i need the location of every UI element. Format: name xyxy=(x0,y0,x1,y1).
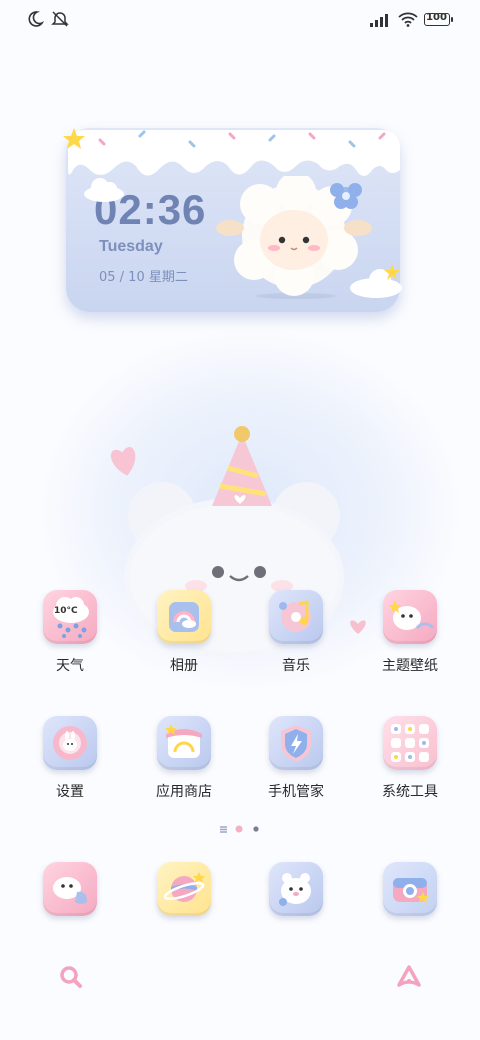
music-icon xyxy=(269,590,323,644)
wifi-icon xyxy=(398,12,418,27)
signal-icon xyxy=(370,14,388,27)
app-weather[interactable]: 10°C 天气 xyxy=(14,590,126,675)
app-label: 系统工具 xyxy=(382,784,438,800)
app-settings[interactable]: 设置 xyxy=(14,716,126,801)
battery-icon: 100 xyxy=(424,12,453,26)
app-label: 音乐 xyxy=(282,658,310,674)
moon-icon xyxy=(28,11,44,27)
clock-day: Tuesday xyxy=(99,238,163,255)
app-system-tools[interactable]: 系统工具 xyxy=(354,716,466,801)
weather-icon: 10°C xyxy=(43,590,97,644)
app-label: 应用商店 xyxy=(156,784,212,800)
contacts-icon xyxy=(269,862,323,916)
app-store-icon xyxy=(157,716,211,770)
dock-camera[interactable] xyxy=(354,862,466,916)
browser-icon xyxy=(157,862,211,916)
app-phone-manager[interactable]: 手机管家 xyxy=(240,716,352,801)
app-store[interactable]: 应用商店 xyxy=(128,716,240,801)
app-theme-wallpaper[interactable]: 主题壁纸 xyxy=(354,590,466,675)
dock-contacts[interactable] xyxy=(240,862,352,916)
gallery-icon xyxy=(157,590,211,644)
phone-manager-icon xyxy=(269,716,323,770)
camera-icon xyxy=(383,862,437,916)
clock-date: 05 / 10 星期二 xyxy=(99,270,188,285)
app-label: 设置 xyxy=(56,784,84,800)
dock-phone[interactable] xyxy=(14,862,126,916)
app-gallery[interactable]: 相册 xyxy=(128,590,240,675)
weather-temp: 10°C xyxy=(54,606,78,616)
app-music[interactable]: 音乐 xyxy=(240,590,352,675)
app-label: 主题壁纸 xyxy=(382,658,438,674)
system-tools-icon xyxy=(383,716,437,770)
app-label: 天气 xyxy=(56,658,84,674)
search-icon[interactable] xyxy=(58,964,84,990)
sheep-illustration xyxy=(216,176,402,299)
app-label: 相册 xyxy=(170,658,198,674)
settings-icon xyxy=(43,716,97,770)
mute-icon xyxy=(51,11,69,27)
dock-browser[interactable] xyxy=(128,862,240,916)
theme-wallpaper-icon xyxy=(383,590,437,644)
page-indicator[interactable] xyxy=(220,824,260,834)
app-label: 手机管家 xyxy=(268,784,324,800)
assistant-icon[interactable] xyxy=(396,964,422,990)
status-bar: 100 xyxy=(0,0,480,40)
battery-level: 100 xyxy=(426,12,447,23)
phone-icon xyxy=(43,862,97,916)
cloud-decoration xyxy=(84,178,124,202)
